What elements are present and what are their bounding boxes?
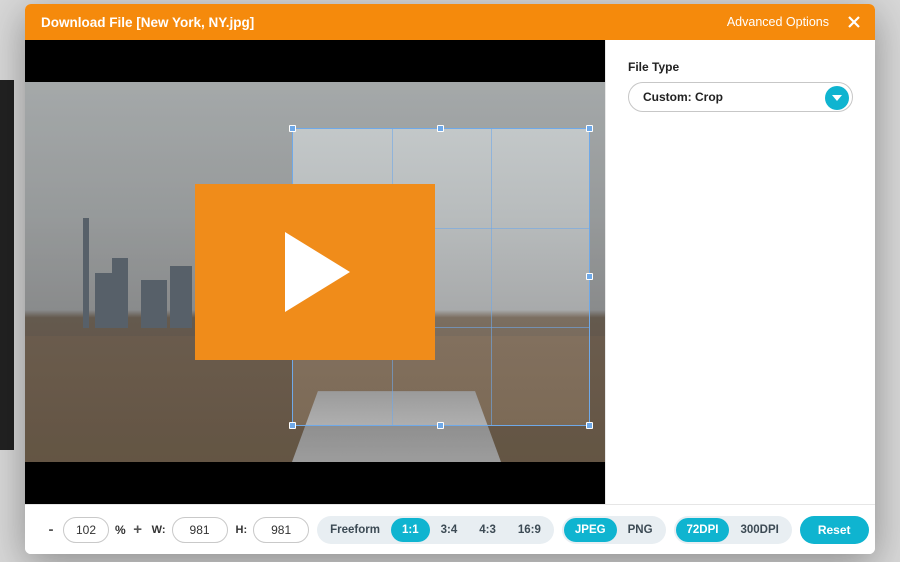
ratio-1-1[interactable]: 1:1 <box>391 518 430 542</box>
canvas-area[interactable] <box>25 40 605 504</box>
dpi-72[interactable]: 72DPI <box>676 518 730 542</box>
ratio-3-4[interactable]: 3:4 <box>430 518 469 542</box>
format-group: JPEG PNG <box>562 516 666 544</box>
ratio-4-3[interactable]: 4:3 <box>468 518 507 542</box>
modal-body: File Type Custom: Crop <box>25 40 875 504</box>
file-type-label: File Type <box>628 60 853 74</box>
zoom-in-button[interactable]: + <box>132 521 144 538</box>
file-type-value: Custom: Crop <box>643 90 723 104</box>
options-sidebar: File Type Custom: Crop <box>605 40 875 504</box>
dropdown-toggle-icon[interactable] <box>825 86 849 110</box>
modal-footer: - % + W: H: Freeform 1:1 3:4 4:3 16:9 JP… <box>25 504 875 554</box>
zoom-input[interactable] <box>63 517 109 543</box>
width-group: W: <box>152 517 228 543</box>
advanced-options-link[interactable]: Advanced Options <box>727 15 829 29</box>
reset-button[interactable]: Reset <box>800 516 869 544</box>
format-jpeg[interactable]: JPEG <box>564 518 617 542</box>
modal-title: Download File [New York, NY.jpg] <box>41 15 727 30</box>
format-png[interactable]: PNG <box>617 518 664 542</box>
background-strip <box>0 80 14 450</box>
height-input[interactable] <box>253 517 309 543</box>
zoom-out-button[interactable]: - <box>45 521 57 538</box>
width-label: W: <box>152 524 166 536</box>
modal-header: Download File [New York, NY.jpg] Advance… <box>25 4 875 40</box>
height-label: H: <box>236 524 248 536</box>
ratio-freeform[interactable]: Freeform <box>319 518 391 542</box>
zoom-controls: - % + <box>45 517 144 543</box>
play-button[interactable] <box>195 184 435 360</box>
download-modal: Download File [New York, NY.jpg] Advance… <box>25 4 875 554</box>
width-input[interactable] <box>172 517 228 543</box>
zoom-percent-label: % <box>115 523 126 537</box>
height-group: H: <box>236 517 310 543</box>
ratio-16-9[interactable]: 16:9 <box>507 518 552 542</box>
file-type-dropdown[interactable]: Custom: Crop <box>628 82 853 112</box>
aspect-ratio-group: Freeform 1:1 3:4 4:3 16:9 <box>317 516 554 544</box>
dpi-group: 72DPI 300DPI <box>674 516 792 544</box>
dpi-300[interactable]: 300DPI <box>729 518 789 542</box>
close-icon[interactable] <box>847 15 861 29</box>
